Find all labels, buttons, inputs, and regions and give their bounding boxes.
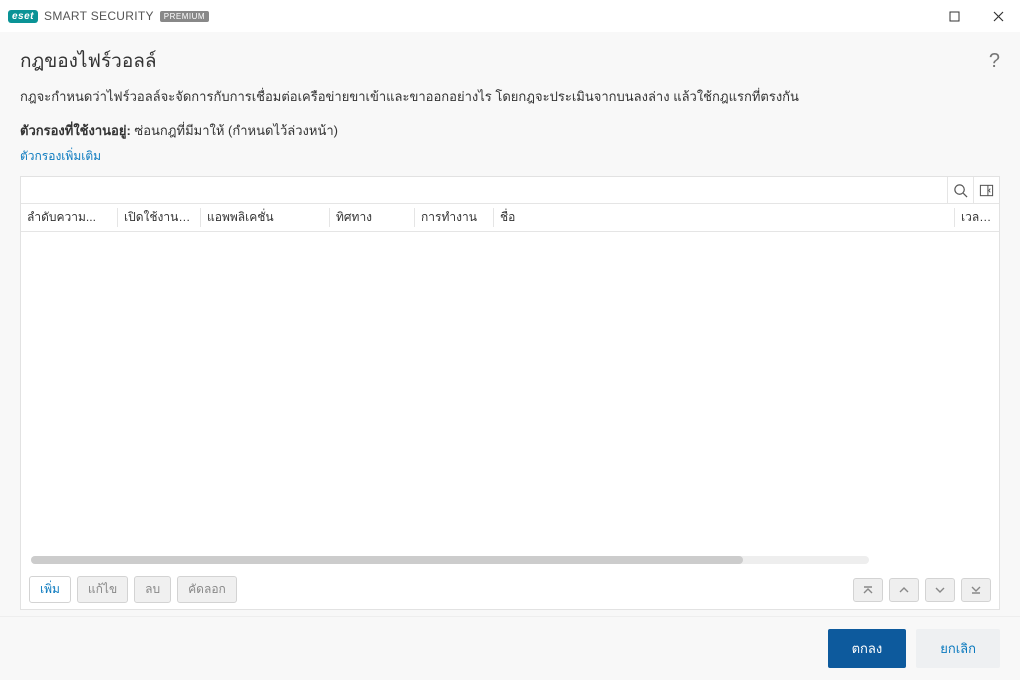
chevron-up-icon [898,584,910,596]
titlebar: eset SMART SECURITY PREMIUM [0,0,1020,32]
premium-badge: PREMIUM [160,11,209,22]
page-title: กฎของไฟร์วอลล์ [20,46,157,76]
col-direction[interactable]: ทิศทาง [330,208,414,227]
col-application[interactable]: แอพพลิเคชั่น [201,208,329,227]
col-action[interactable]: การทำงาน [415,208,493,227]
cancel-button[interactable]: ยกเลิก [916,629,1000,668]
brand-text: SMART SECURITY [44,9,154,23]
move-up-button [889,578,919,602]
column-chooser-button[interactable] [973,177,999,203]
search-icon [953,183,968,198]
col-enabled[interactable]: เปิดใช้งานแล้ว [118,208,200,227]
col-name[interactable]: ชื่อ [494,208,954,227]
maximize-button[interactable] [932,0,976,32]
move-bottom-button [961,578,991,602]
table-body-empty [21,232,999,570]
content-area: กฎของไฟร์วอลล์ ? กฎจะกำหนดว่าไฟร์วอลล์จะ… [0,32,1020,616]
search-button[interactable] [947,177,973,203]
chevron-top-icon [862,584,874,596]
search-input[interactable] [21,177,947,203]
close-button[interactable] [976,0,1020,32]
add-button[interactable]: เพิ่ม [29,576,71,603]
filter-label: ตัวกรองที่ใช้งานอยู่: [20,123,131,138]
maximize-icon [949,11,960,22]
page-description: กฎจะกำหนดว่าไฟร์วอลล์จะจัดการกับการเชื่อ… [20,88,1000,106]
chevron-down-icon [934,584,946,596]
more-filters-link[interactable]: ตัวกรองเพิ่มเติม [20,147,1000,166]
product-logo: eset SMART SECURITY PREMIUM [8,9,209,23]
copy-button: คัดลอก [177,576,237,603]
edit-button: แก้ไข [77,576,128,603]
active-filter-line: ตัวกรองที่ใช้งานอยู่: ซ่อนกฎที่มีมาให้ (… [20,120,1000,141]
footer: ตกลง ยกเลิก [0,616,1020,680]
search-row [21,177,999,204]
columns-icon [979,183,994,198]
col-time[interactable]: เวลาที่ป [955,208,999,227]
filter-value: ซ่อนกฎที่มีมาให้ (กำหนดไว้ล่วงหน้า) [134,123,338,138]
chevron-bottom-icon [970,584,982,596]
brand-pill: eset [8,10,38,23]
table-header: ลำดับความ... เปิดใช้งานแล้ว แอพพลิเคชั่น… [21,204,999,232]
move-down-button [925,578,955,602]
move-top-button [853,578,883,602]
heading-row: กฎของไฟร์วอลล์ ? [20,46,1000,76]
scrollbar-thumb[interactable] [31,556,743,564]
horizontal-scrollbar[interactable] [31,556,869,564]
close-icon [993,11,1004,22]
delete-button: ลบ [134,576,171,603]
rules-listbox: ลำดับความ... เปิดใช้งานแล้ว แอพพลิเคชั่น… [20,176,1000,610]
help-icon[interactable]: ? [989,50,1000,73]
col-priority[interactable]: ลำดับความ... [21,208,117,227]
ok-button[interactable]: ตกลง [828,629,907,668]
list-toolbar: เพิ่ม แก้ไข ลบ คัดลอก [21,570,999,609]
